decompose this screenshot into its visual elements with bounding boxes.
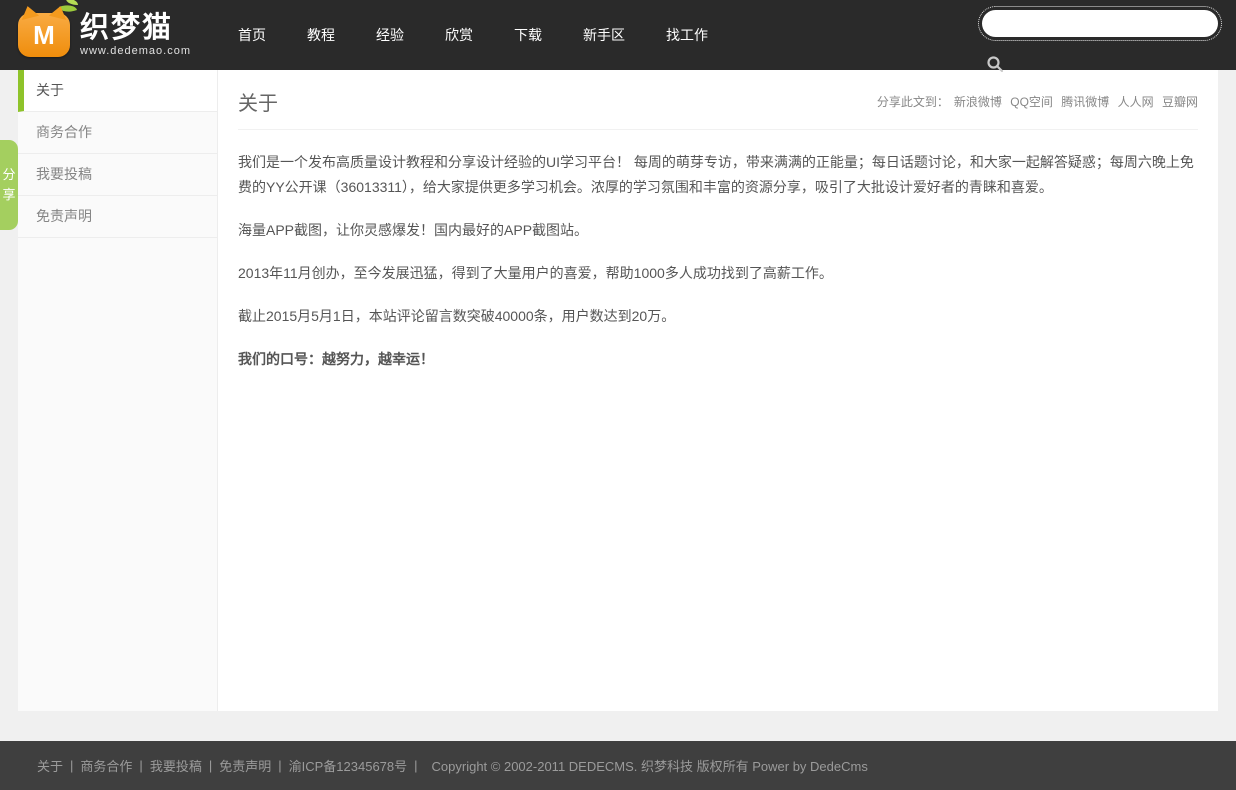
nav-item-appreciation[interactable]: 欣赏 bbox=[445, 25, 473, 45]
logo-letter: M bbox=[33, 20, 55, 50]
footer: 关于 | 商务合作 | 我要投稿 | 免责声明 | 渝ICP备12345678号… bbox=[0, 741, 1236, 790]
footer-link-about[interactable]: 关于 bbox=[37, 756, 63, 775]
share-bar: 分享此文到： 新浪微博 QQ空间 腾讯微博 人人网 豆瓣网 bbox=[877, 93, 1198, 110]
site-name: 织梦猫 bbox=[80, 11, 174, 44]
nav-item-download[interactable]: 下载 bbox=[514, 25, 542, 45]
slogan-text: 我们的口号：越努力，越幸运！ bbox=[238, 351, 434, 367]
paragraph-founded: 2013年11月创办，至今发展迅猛，得到了大量用户的喜爱，帮助1000多人成功找… bbox=[238, 265, 833, 281]
footer-separator: | bbox=[278, 758, 282, 773]
footer-link-submit[interactable]: 我要投稿 bbox=[150, 756, 202, 775]
footer-link-disclaimer[interactable]: 免责声明 bbox=[219, 756, 271, 775]
paragraph-screenshots: 海量APP截图，让你灵感爆发！国内最好的APP截图站。 bbox=[238, 222, 589, 238]
share-link-renren[interactable]: 人人网 bbox=[1118, 95, 1154, 109]
header-inner: M 织梦猫 www.dedemao.com 首页 教程 经验 欣赏 下载 新手区… bbox=[18, 0, 1222, 73]
share-link-douban[interactable]: 豆瓣网 bbox=[1162, 95, 1198, 109]
main-content: 关于 分享此文到： 新浪微博 QQ空间 腾讯微博 人人网 豆瓣网 我们是一个发布高… bbox=[218, 70, 1218, 711]
search-area bbox=[978, 6, 1222, 73]
share-side-tab[interactable]: 分享 bbox=[0, 140, 18, 230]
nav-item-tutorials[interactable]: 教程 bbox=[307, 25, 335, 45]
footer-link-business[interactable]: 商务合作 bbox=[80, 756, 132, 775]
nav-item-newbie[interactable]: 新手区 bbox=[583, 25, 625, 45]
main-nav: 首页 教程 经验 欣赏 下载 新手区 找工作 bbox=[238, 25, 749, 45]
cat-logo-icon: M bbox=[18, 1, 78, 57]
nav-item-home[interactable]: 首页 bbox=[238, 25, 266, 45]
share-bar-prefix: 分享此文到： bbox=[876, 95, 949, 109]
logo-text: 织梦猫 www.dedemao.com bbox=[80, 11, 191, 58]
footer-separator: | bbox=[208, 758, 213, 773]
sidebar: 关于 商务合作 我要投稿 免责声明 bbox=[18, 70, 218, 711]
sidebar-item-submit[interactable]: 我要投稿 bbox=[18, 154, 217, 196]
footer-copyright: Copyright © 2002-2011 DEDECMS. 织梦科技 版权所有… bbox=[431, 759, 868, 774]
search-button[interactable] bbox=[986, 55, 1004, 73]
sidebar-item-disclaimer[interactable]: 免责声明 bbox=[18, 196, 217, 238]
site-url: www.dedemao.com bbox=[80, 45, 191, 58]
paragraph-stats: 截止2015月5月1日，本站评论留言数突破40000条，用户数达到20万。 bbox=[238, 308, 676, 324]
page: M 织梦猫 www.dedemao.com 首页 教程 经验 欣赏 下载 新手区… bbox=[0, 0, 1236, 790]
share-link-sina-weibo[interactable]: 新浪微博 bbox=[954, 95, 1002, 109]
article-body: 我们是一个发布高质量设计教程和分享设计经验的UI学习平台！ 每周的萌芽专访，带来… bbox=[238, 150, 1198, 372]
footer-icp: 渝ICP备12345678号 bbox=[288, 759, 408, 774]
nav-item-jobs[interactable]: 找工作 bbox=[666, 25, 708, 45]
sidebar-item-about[interactable]: 关于 bbox=[18, 70, 217, 112]
search-icon bbox=[987, 56, 1004, 73]
footer-separator: | bbox=[414, 758, 418, 773]
header: M 织梦猫 www.dedemao.com 首页 教程 经验 欣赏 下载 新手区… bbox=[0, 0, 1236, 73]
footer-separator: | bbox=[139, 758, 143, 773]
nav-item-experience[interactable]: 经验 bbox=[376, 25, 404, 45]
share-link-tencent-weibo[interactable]: 腾讯微博 bbox=[1061, 95, 1109, 109]
site-logo[interactable]: M 织梦猫 www.dedemao.com bbox=[18, 1, 210, 58]
page-title: 关于 bbox=[238, 93, 278, 115]
sidebar-item-business[interactable]: 商务合作 bbox=[18, 112, 217, 154]
content-header: 关于 分享此文到： 新浪微博 QQ空间 腾讯微博 人人网 豆瓣网 bbox=[238, 70, 1198, 130]
leaf-icon bbox=[58, 1, 78, 16]
content-wrapper: 关于 商务合作 我要投稿 免责声明 关于 分享此文到： 新浪微博 QQ空间 腾讯微… bbox=[18, 70, 1218, 711]
search-input[interactable] bbox=[978, 6, 1222, 41]
share-link-qq-zone[interactable]: QQ空间 bbox=[1010, 95, 1053, 109]
paragraph-intro: 我们是一个发布高质量设计教程和分享设计经验的UI学习平台！ 每周的萌芽专访，带来… bbox=[238, 154, 1194, 195]
footer-separator: | bbox=[70, 758, 74, 773]
